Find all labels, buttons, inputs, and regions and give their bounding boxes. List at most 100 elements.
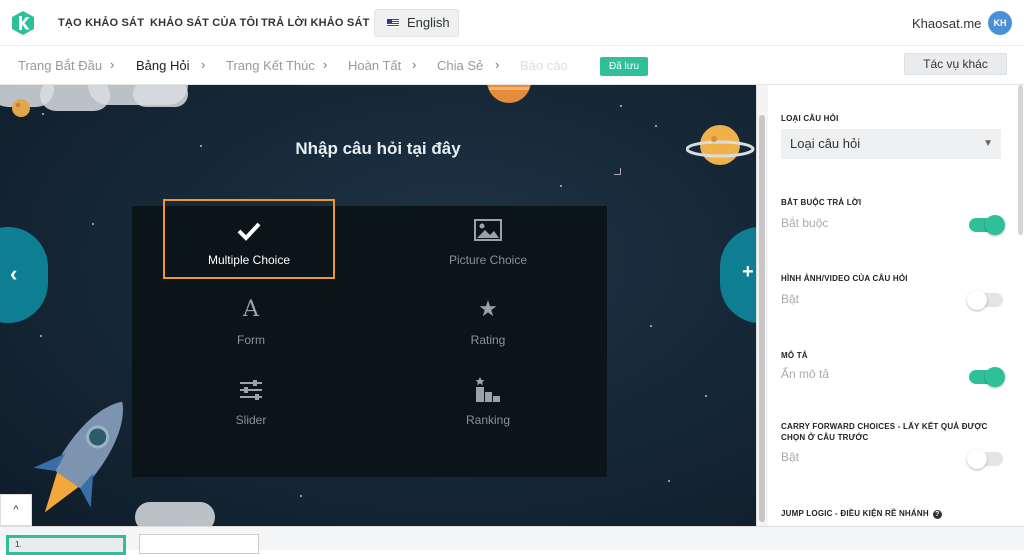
star-decoration (705, 395, 707, 397)
previous-question-button[interactable]: ‹ (0, 227, 48, 323)
chevron-up-icon: ^ (13, 504, 19, 516)
ranking-icon (402, 375, 574, 405)
plus-icon: + (742, 261, 754, 283)
chevron-right-icon: › (110, 57, 115, 72)
user-avatar[interactable]: KH (988, 11, 1012, 35)
canvas-scrollbar[interactable] (757, 85, 768, 526)
sidebar-scrollbar[interactable] (1016, 85, 1024, 526)
toggle-knob (967, 449, 987, 469)
star-icon: ★ (478, 297, 498, 322)
qtype-multiple-choice[interactable]: Multiple Choice (163, 199, 335, 279)
required-title: BẮT BUỘC TRẢ LỜI (781, 198, 862, 207)
nav-create-survey[interactable]: TẠO KHẢO SÁT (58, 17, 144, 29)
nav-answer-surveys[interactable]: TRẢ LỜI KHẢO SÁT (261, 17, 370, 29)
description-title: MÔ TẢ (781, 351, 808, 360)
planet-small-icon (12, 99, 30, 117)
qtype-slider[interactable]: Slider (165, 361, 337, 441)
nav-my-surveys[interactable]: KHẢO SÁT CỦA TÔI (150, 17, 259, 29)
check-icon (165, 215, 333, 245)
description-toggle[interactable] (969, 367, 1005, 387)
star-decoration (668, 480, 670, 482)
form-letter-icon: A (243, 297, 259, 322)
carry-forward-title: CARRY FORWARD CHOICES - LẤY KẾT QUẢ ĐƯỢC… (781, 421, 988, 443)
cloud-decoration (133, 85, 188, 107)
cloud-decoration (135, 502, 215, 526)
caret-down-icon: ▼ (983, 138, 993, 149)
qtype-label: Ranking (465, 413, 511, 427)
question-type-title: LOẠI CÂU HỎI (781, 114, 839, 123)
chevron-right-icon: › (495, 57, 500, 72)
step-breadcrumb: Trang Bắt Đầu › Bảng Hỏi › Trang Kết Thú… (0, 47, 1024, 85)
chevron-right-icon: › (412, 57, 417, 72)
qtype-label: Rating (470, 333, 506, 347)
step-complete[interactable]: Hoàn Tất (348, 58, 401, 73)
khaosat-logo-icon[interactable] (12, 11, 34, 35)
media-label: Bật (781, 292, 800, 306)
collapse-thumbnails-button[interactable]: ^ (0, 494, 32, 526)
jump-logic-label: JUMP LOGIC - ĐIỀU KIỆN RẼ NHÁNH (781, 509, 929, 518)
chevron-right-icon: › (201, 57, 206, 72)
star-decoration (92, 223, 94, 225)
step-end-page[interactable]: Trang Kết Thúc (226, 58, 315, 73)
thumbnail-number: 1. (15, 540, 22, 549)
language-label: English (407, 15, 450, 30)
scrollbar-thumb[interactable] (759, 115, 765, 522)
other-tasks-button[interactable]: Tác vụ khác (904, 53, 1007, 75)
qtype-rating[interactable]: ★ Rating (402, 281, 574, 361)
chevron-right-icon: › (323, 57, 328, 72)
star-decoration (620, 105, 622, 107)
image-icon (402, 215, 574, 245)
saved-badge: Đã lưu (600, 57, 648, 76)
rocket-icon (33, 401, 123, 513)
brand-link[interactable]: Khaosat.me (912, 16, 981, 31)
chevron-left-icon: ‹ (10, 261, 18, 286)
step-questionnaire[interactable]: Bảng Hỏi (136, 58, 189, 73)
qtype-picture-choice[interactable]: Picture Choice (402, 201, 574, 281)
toggle-knob (985, 215, 1005, 235)
planet-striped-icon (487, 85, 531, 103)
question-thumbnail-strip: 1. (0, 526, 1024, 555)
qtype-label: Picture Choice (448, 253, 528, 267)
question-settings-sidebar: LOẠI CÂU HỎI Loại câu hỏi ▼ BẮT BUỘC TRẢ… (756, 85, 1024, 526)
question-text-input[interactable]: Nhập câu hỏi tại đây (0, 139, 756, 159)
scrollbar-thumb[interactable] (1018, 85, 1023, 235)
sliders-icon (165, 375, 337, 405)
question-thumbnail-2[interactable] (139, 534, 259, 554)
toggle-knob (967, 290, 987, 310)
top-navbar: TẠO KHẢO SÁT KHẢO SÁT CỦA TÔI TRẢ LỜI KH… (0, 0, 1024, 46)
description-label: Ẩn mô tả (781, 367, 830, 381)
carry-forward-label: Bật (781, 450, 800, 464)
star-decoration (42, 113, 44, 115)
step-share[interactable]: Chia Sẻ (437, 58, 483, 73)
media-toggle[interactable] (967, 290, 1003, 310)
question-editor-canvas: Nhập câu hỏi tại đây Multiple Choice Pic… (0, 85, 756, 526)
qtype-label: Multiple Choice (207, 253, 291, 267)
qtype-form[interactable]: A Form (165, 281, 337, 361)
toggle-knob (985, 367, 1005, 387)
us-flag-icon (387, 18, 399, 27)
carry-forward-title-line2: CHỌN Ở CÂU TRƯỚC (781, 433, 869, 442)
select-value: Loại câu hỏi (790, 136, 861, 151)
star-decoration (40, 335, 42, 337)
carry-forward-title-line1: CARRY FORWARD CHOICES - LẤY KẾT QUẢ ĐƯỢC (781, 422, 988, 431)
qtype-label: Slider (235, 413, 267, 427)
step-start-page[interactable]: Trang Bắt Đầu (18, 58, 102, 73)
carry-forward-toggle[interactable] (967, 449, 1003, 469)
required-toggle[interactable] (969, 215, 1005, 235)
help-icon[interactable]: ? (932, 510, 942, 519)
question-thumbnail-1[interactable]: 1. (6, 535, 126, 555)
question-type-picker: Multiple Choice Picture Choice A Form ★ … (132, 199, 607, 477)
jump-logic-title: JUMP LOGIC - ĐIỀU KIỆN RẼ NHÁNH? (781, 508, 942, 519)
star-decoration (650, 325, 652, 327)
required-label: Bắt buộc (781, 216, 829, 230)
resize-handle-icon[interactable] (614, 168, 621, 175)
star-decoration (655, 125, 657, 127)
question-type-select[interactable]: Loại câu hỏi ▼ (781, 129, 1001, 159)
qtype-label: Form (237, 333, 265, 347)
add-question-button[interactable]: + (720, 227, 756, 323)
star-decoration (300, 495, 302, 497)
media-title: HÌNH ẢNH/VIDEO CỦA CÂU HỎI (781, 274, 908, 283)
star-decoration (560, 185, 562, 187)
qtype-ranking[interactable]: Ranking (402, 361, 574, 441)
language-button[interactable]: English (374, 9, 459, 37)
